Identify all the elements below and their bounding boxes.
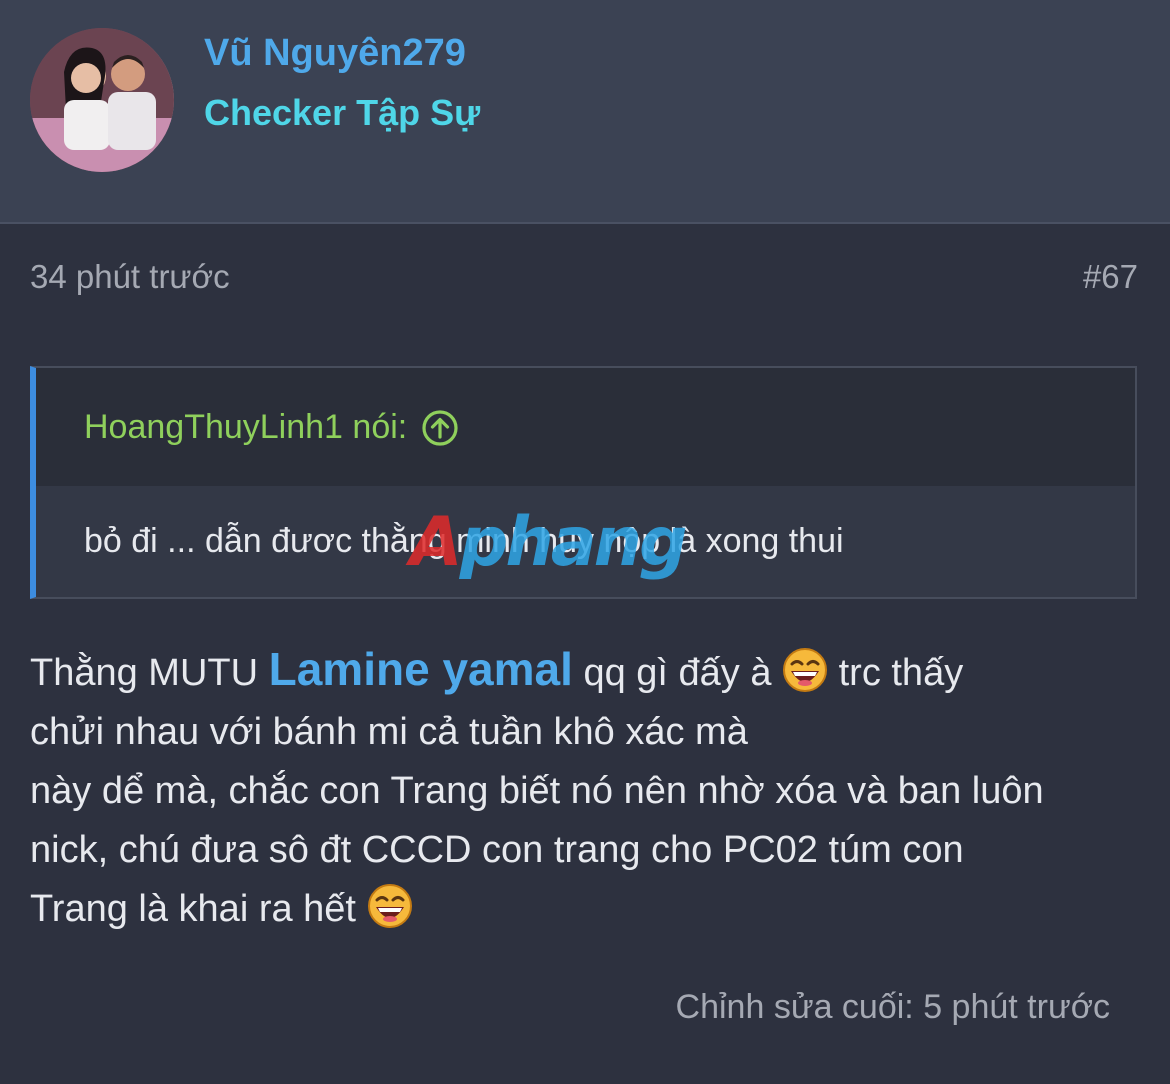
post-text: qq gì đấy à [572, 652, 783, 694]
quote-header: HoangThuyLinh1 nói: [36, 368, 1135, 486]
laughing-emoji-icon [783, 648, 828, 692]
post-content: Thằng MUTU Lamine yamal qq gì đấy à trc … [30, 640, 1140, 939]
author-username[interactable]: Vũ Nguyên279 [204, 32, 466, 75]
post-author-header: Vũ Nguyên279 Checker Tập Sự [0, 0, 1170, 224]
avatar-photo [30, 28, 174, 172]
post-text: trc thấy [828, 652, 964, 694]
post-line-2: chửi nhau với bánh mi cả tuần khô xác mà [30, 711, 748, 753]
avatar[interactable] [30, 28, 174, 172]
watermark-rest: phang [459, 503, 688, 582]
post-line-5: Trang là khai ra hết [30, 880, 1140, 939]
user-mention[interactable]: Lamine yamal [269, 643, 573, 695]
post-text: Trang là khai ra hết [30, 888, 367, 930]
author-title: Checker Tập Sự [204, 92, 481, 133]
post-line-1: Thằng MUTU Lamine yamal qq gì đấy à trc … [30, 640, 1140, 703]
arrow-up-circle-icon[interactable] [421, 409, 459, 447]
post-number[interactable]: #67 [1083, 258, 1138, 296]
laughing-emoji-icon [367, 884, 412, 928]
quote-author-label: HoangThuyLinh1 nói: [84, 408, 408, 446]
watermark-logo: Aphang [410, 498, 770, 588]
quote-author-link[interactable]: HoangThuyLinh1 nói: [84, 408, 459, 447]
last-edited: Chỉnh sửa cuối: 5 phút trước [675, 988, 1110, 1026]
post-text: Thằng MUTU [30, 652, 269, 694]
post-line-4: nick, chú đưa sô đt CCCD con trang cho P… [30, 829, 964, 871]
watermark-first-letter: A [410, 503, 463, 582]
post-time[interactable]: 34 phút trước [30, 258, 230, 296]
post-line-3: này dể mà, chắc con Trang biết nó nên nh… [30, 770, 1044, 812]
